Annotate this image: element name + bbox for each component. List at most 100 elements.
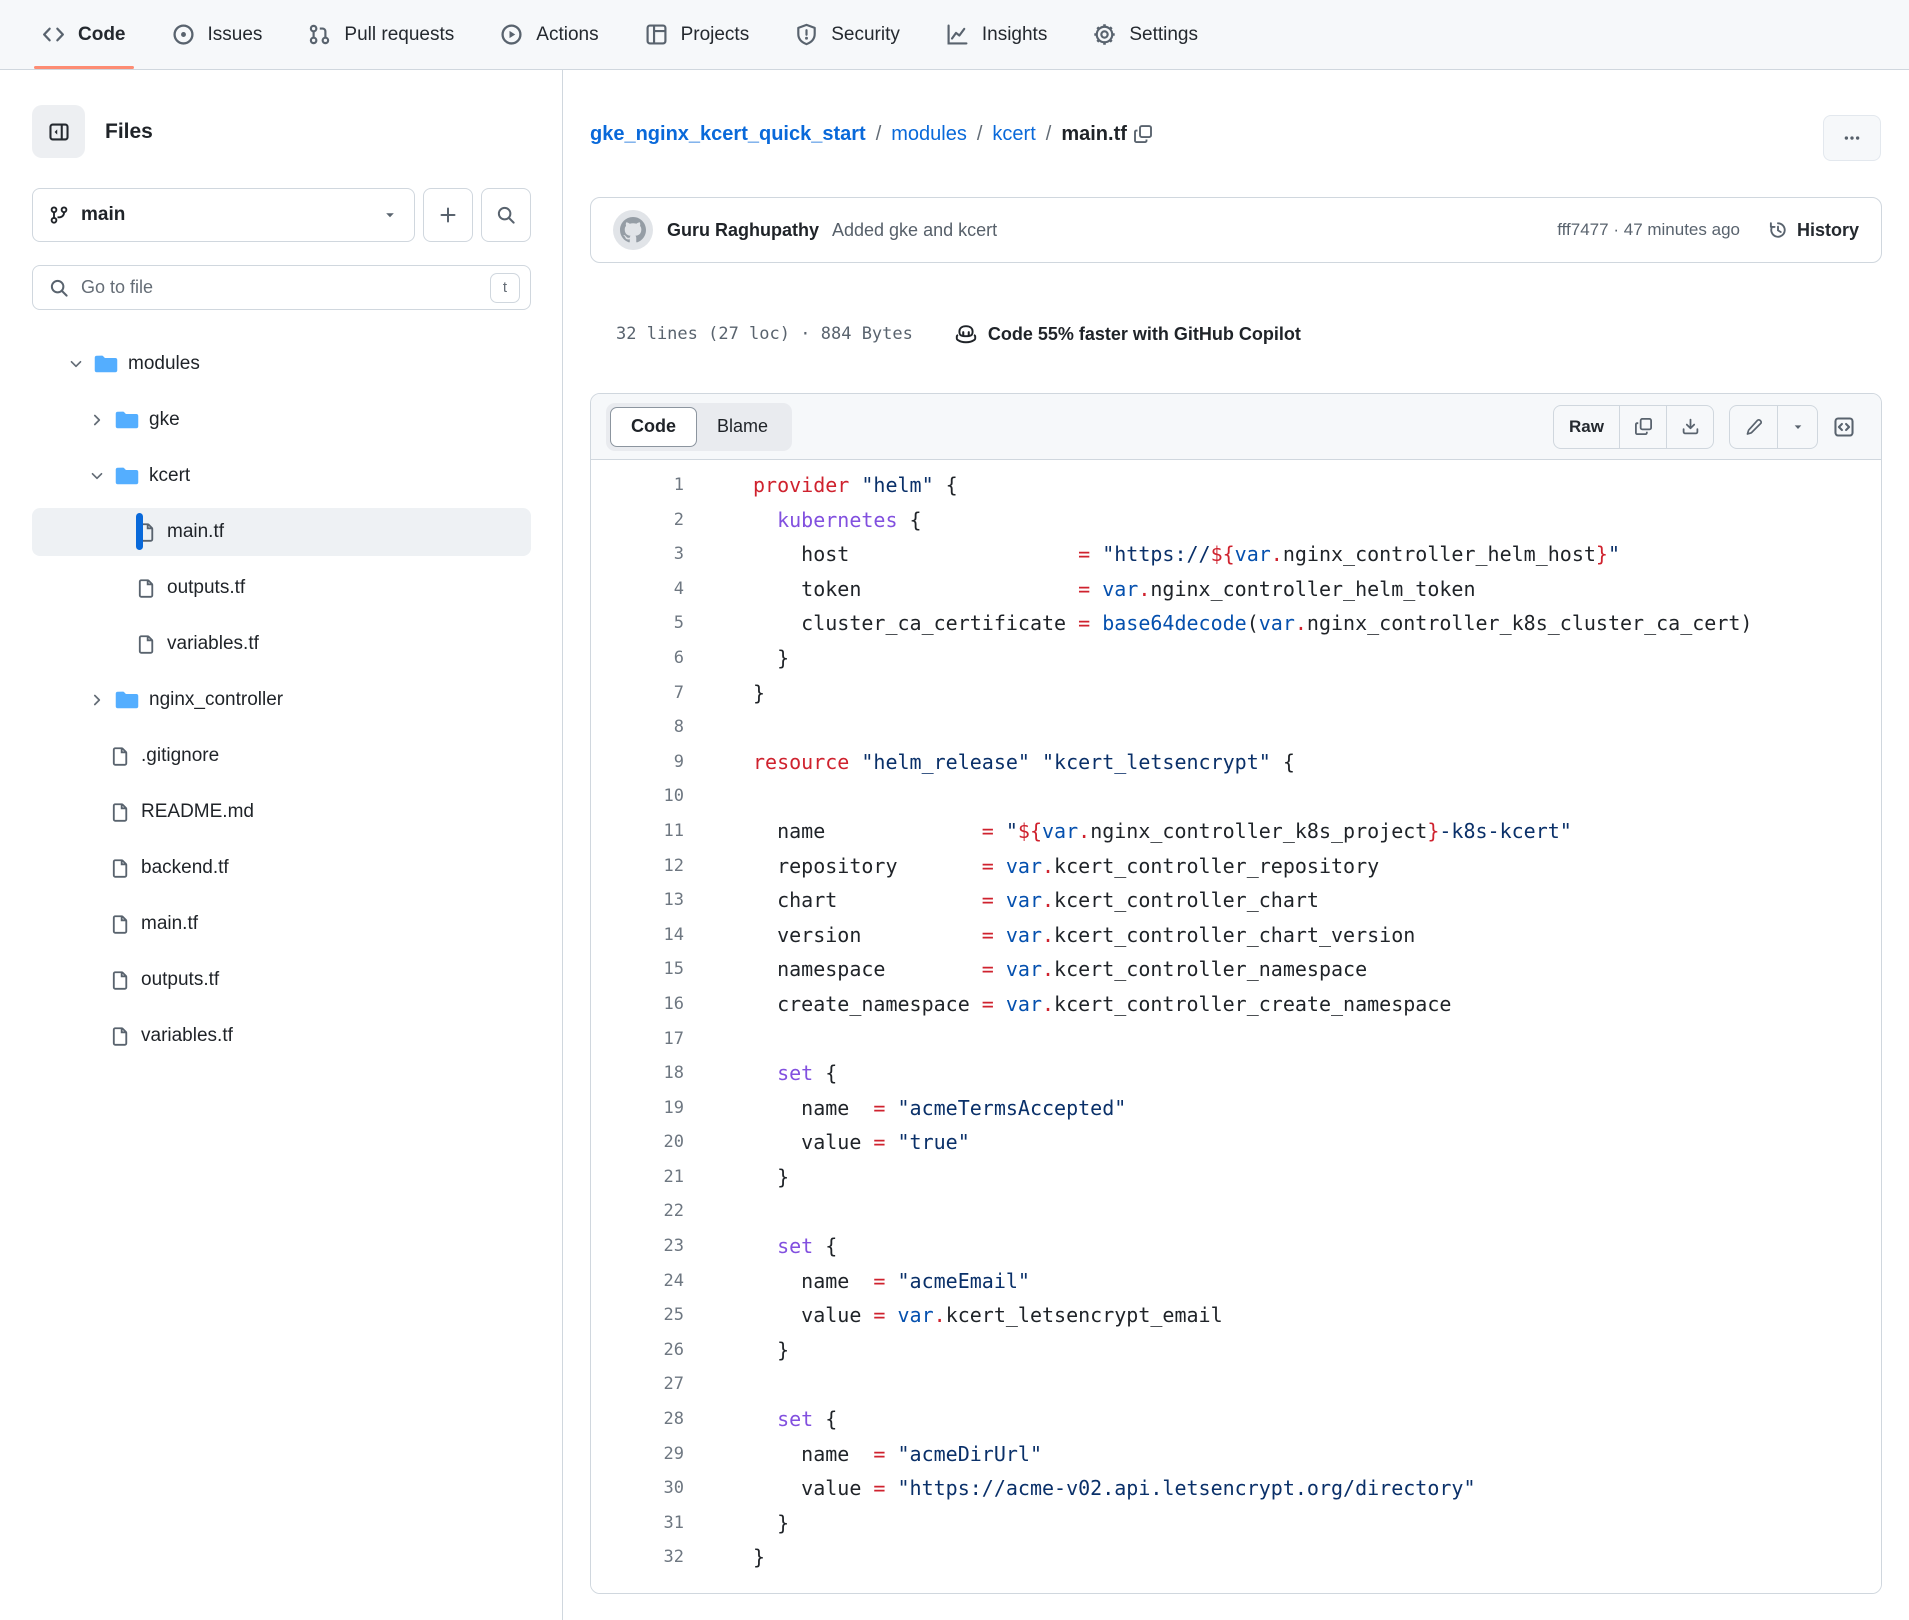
tree-item-main-tf[interactable]: main.tf xyxy=(32,900,531,948)
tab-settings[interactable]: Settings xyxy=(1093,0,1198,69)
tree-item-label: modules xyxy=(128,353,200,375)
tree-item-nginx-controller[interactable]: nginx_controller xyxy=(32,676,531,724)
code-line-text: name = "${var.nginx_controller_k8s_proje… xyxy=(753,814,1572,849)
line-number[interactable]: 24 xyxy=(591,1264,684,1299)
tree-item-label: main.tf xyxy=(167,521,224,543)
line-number[interactable]: 20 xyxy=(591,1125,684,1160)
tree-item-main-tf[interactable]: main.tf xyxy=(32,508,531,556)
history-button[interactable]: History xyxy=(1768,220,1859,241)
line-number[interactable]: 6 xyxy=(591,641,684,676)
line-number[interactable]: 17 xyxy=(591,1022,684,1057)
breadcrumb-link-kcert[interactable]: kcert xyxy=(992,123,1035,146)
tab-projects[interactable]: Projects xyxy=(645,0,750,69)
line-number[interactable]: 9 xyxy=(591,745,684,780)
line-number[interactable]: 25 xyxy=(591,1298,684,1333)
line-number[interactable]: 23 xyxy=(591,1229,684,1264)
code-line: 8 xyxy=(591,710,1881,745)
line-number[interactable]: 19 xyxy=(591,1091,684,1126)
symbols-panel-button[interactable] xyxy=(1833,416,1855,438)
line-number[interactable]: 22 xyxy=(591,1194,684,1229)
line-number[interactable]: 30 xyxy=(591,1471,684,1506)
view-tab-code[interactable]: Code xyxy=(610,407,697,447)
code-line-text: host = "https://${var.nginx_controller_h… xyxy=(753,537,1620,572)
chevron-down-icon xyxy=(89,468,105,484)
breadcrumb-current-file: main.tf xyxy=(1061,123,1127,146)
copy-raw-button[interactable] xyxy=(1619,406,1666,448)
tree-item-readme-md[interactable]: README.md xyxy=(32,788,531,836)
line-number[interactable]: 31 xyxy=(591,1506,684,1541)
collapse-sidebar-button[interactable] xyxy=(32,105,85,158)
line-number[interactable]: 18 xyxy=(591,1056,684,1091)
tree-item-gitignore[interactable]: .gitignore xyxy=(32,732,531,780)
line-number[interactable]: 5 xyxy=(591,606,684,641)
line-number[interactable]: 4 xyxy=(591,572,684,607)
avatar[interactable] xyxy=(613,210,653,250)
line-number[interactable]: 2 xyxy=(591,503,684,538)
line-number[interactable]: 13 xyxy=(591,883,684,918)
view-tab-blame[interactable]: Blame xyxy=(697,407,788,447)
edit-file-button[interactable] xyxy=(1730,406,1777,448)
commit-author[interactable]: Guru Raghupathy xyxy=(667,220,819,241)
line-number[interactable]: 8 xyxy=(591,710,684,745)
line-number[interactable]: 21 xyxy=(591,1160,684,1195)
branch-selector[interactable]: main xyxy=(32,188,415,242)
plus-icon xyxy=(438,205,458,225)
code-line-text: } xyxy=(753,1540,765,1575)
copy-path-button[interactable] xyxy=(1133,124,1153,144)
tree-item-outputs-tf[interactable]: outputs.tf xyxy=(32,564,531,612)
commit-sha-time[interactable]: fff7477 · 47 minutes ago xyxy=(1557,220,1740,240)
line-number[interactable]: 10 xyxy=(591,779,684,814)
breadcrumb-link-modules[interactable]: modules xyxy=(891,123,967,146)
line-number[interactable]: 29 xyxy=(591,1437,684,1472)
code-line-text: set { xyxy=(753,1402,837,1437)
tree-item-backend-tf[interactable]: backend.tf xyxy=(32,844,531,892)
tree-item-variables-tf[interactable]: variables.tf xyxy=(32,1012,531,1060)
line-number[interactable]: 11 xyxy=(591,814,684,849)
copilot-banner[interactable]: Code 55% faster with GitHub Copilot xyxy=(955,323,1301,345)
tree-item-kcert[interactable]: kcert xyxy=(32,452,531,500)
tree-item-variables-tf[interactable]: variables.tf xyxy=(32,620,531,668)
tab-insights[interactable]: Insights xyxy=(946,0,1047,69)
edit-options-dropdown[interactable] xyxy=(1777,406,1817,448)
code-line-text: namespace = var.kcert_controller_namespa… xyxy=(753,952,1367,987)
code-line-text: set { xyxy=(753,1229,837,1264)
line-number[interactable]: 26 xyxy=(591,1333,684,1368)
go-to-file-input[interactable] xyxy=(81,277,478,298)
keyboard-hint-badge: t xyxy=(490,273,520,303)
search-this-repo-button[interactable] xyxy=(481,188,531,242)
line-number[interactable]: 1 xyxy=(591,468,684,503)
line-number[interactable]: 27 xyxy=(591,1367,684,1402)
line-number[interactable]: 14 xyxy=(591,918,684,953)
chevron-down-icon xyxy=(382,207,398,223)
line-number[interactable]: 15 xyxy=(591,952,684,987)
tab-issues[interactable]: Issues xyxy=(172,0,263,69)
code-line: 1 provider "helm" { xyxy=(591,468,1881,503)
download-button[interactable] xyxy=(1666,406,1713,448)
tree-item-modules[interactable]: modules xyxy=(32,340,531,388)
line-number[interactable]: 32 xyxy=(591,1540,684,1575)
tab-actions[interactable]: Actions xyxy=(500,0,598,69)
code-line: 16 create_namespace = var.kcert_controll… xyxy=(591,987,1881,1022)
tree-item-outputs-tf[interactable]: outputs.tf xyxy=(32,956,531,1004)
add-file-button[interactable] xyxy=(423,188,473,242)
code-line: 6 } xyxy=(591,641,1881,676)
breadcrumb-repo-link[interactable]: gke_nginx_kcert_quick_start xyxy=(590,123,866,146)
tree-item-gke[interactable]: gke xyxy=(32,396,531,444)
line-number[interactable]: 7 xyxy=(591,676,684,711)
tab-pull-requests[interactable]: Pull requests xyxy=(308,0,454,69)
files-title: Files xyxy=(105,120,153,144)
tab-code[interactable]: Code xyxy=(42,0,126,69)
raw-button[interactable]: Raw xyxy=(1554,406,1619,448)
commit-sha[interactable]: fff7477 xyxy=(1557,220,1608,239)
line-number[interactable]: 12 xyxy=(591,849,684,884)
code-content: 1provider "helm" {2 kubernetes {3 host =… xyxy=(591,460,1881,1593)
line-number[interactable]: 28 xyxy=(591,1402,684,1437)
code-line-text: token = var.nginx_controller_helm_token xyxy=(753,572,1475,607)
code-line: 29 name = "acmeDirUrl" xyxy=(591,1437,1881,1472)
line-number[interactable]: 16 xyxy=(591,987,684,1022)
line-number[interactable]: 3 xyxy=(591,537,684,572)
code-line-text: provider "helm" { xyxy=(753,468,958,503)
tab-security[interactable]: Security xyxy=(795,0,900,69)
more-options-button[interactable] xyxy=(1823,115,1881,161)
commit-message[interactable]: Added gke and kcert xyxy=(832,220,997,241)
